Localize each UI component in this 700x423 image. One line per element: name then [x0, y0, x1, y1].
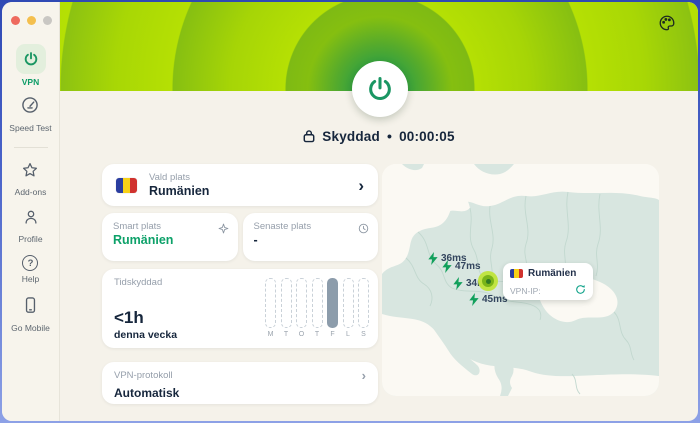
window-controls — [11, 16, 52, 25]
server-tooltip: Rumänien VPN-IP: — [503, 263, 593, 300]
connected-server-marker[interactable] — [478, 271, 498, 291]
lightning-bolt-icon — [428, 252, 438, 265]
day-label: S — [358, 331, 369, 338]
sidebar-item-vpn[interactable]: VPN — [16, 44, 46, 87]
minimize-window-button[interactable] — [27, 16, 36, 25]
person-icon — [22, 208, 40, 231]
sidebar-nav: VPN Speed Test — [2, 44, 59, 333]
disconnect-power-button[interactable] — [352, 61, 408, 117]
smart-location-value: Rumänien — [113, 233, 227, 247]
sidebar-item-add-ons[interactable]: Add-ons — [15, 161, 47, 197]
status-separator: • — [387, 128, 392, 144]
sidebar-item-speed-test[interactable]: Speed Test — [9, 95, 51, 133]
last-location-value: - — [254, 233, 368, 247]
smart-location-card[interactable]: Smart plats Rumänien — [102, 213, 238, 261]
power-icon — [366, 75, 394, 103]
day-label: O — [296, 331, 307, 338]
day-label: L — [343, 331, 354, 338]
chart-bar — [265, 278, 276, 328]
chevron-right-icon: › — [358, 177, 364, 194]
selected-location-card[interactable]: Vald plats Rumänien › — [102, 164, 378, 206]
day-label: T — [312, 331, 323, 338]
vpn-protocol-card[interactable]: VPN-protokoll › Automatisk — [102, 362, 378, 404]
zoom-window-button[interactable] — [43, 16, 52, 25]
time-protected-card: Tidskyddad <1h denna vecka M T O T — [102, 269, 378, 348]
sidebar-item-help[interactable]: ? Help — [22, 255, 39, 284]
lock-icon — [303, 129, 315, 143]
chart-bars — [265, 278, 369, 328]
day-label: M — [265, 331, 276, 338]
chart-bar — [312, 278, 323, 328]
sidebar-item-go-mobile[interactable]: Go Mobile — [11, 296, 50, 333]
ping-badge: 45ms — [469, 293, 508, 306]
star-icon — [21, 161, 39, 184]
day-label: T — [281, 331, 292, 338]
marker-core — [486, 279, 491, 284]
chevron-right-icon: › — [362, 369, 366, 382]
marker-ring — [482, 275, 494, 287]
spark-icon — [218, 221, 229, 239]
cards-column: Vald plats Rumänien › Smart plats Rumäni… — [102, 164, 378, 404]
sidebar-item-label: Help — [22, 274, 39, 284]
sidebar-item-label: Profile — [18, 234, 42, 244]
clock-icon — [358, 221, 369, 239]
chart-bar — [358, 278, 369, 328]
speedometer-icon — [20, 95, 40, 120]
tooltip-country: Rumänien — [528, 268, 576, 279]
lightning-bolt-icon — [469, 293, 479, 306]
sidebar-divider — [14, 147, 48, 148]
close-window-button[interactable] — [11, 16, 20, 25]
vpn-protocol-value: Automatisk — [114, 386, 366, 400]
status-timer: 00:00:05 — [399, 129, 455, 144]
day-label: F — [327, 331, 338, 338]
smart-location-label: Smart plats — [113, 221, 227, 232]
connection-status: Skyddad • 00:00:05 — [60, 128, 698, 144]
chart-bar — [296, 278, 307, 328]
app-window: VPN Speed Test — [2, 2, 698, 421]
last-location-label: Senaste plats — [254, 221, 368, 232]
refresh-icon[interactable] — [575, 282, 586, 300]
chart-bar — [281, 278, 292, 328]
lightning-bolt-icon — [442, 260, 452, 273]
romania-flag-icon — [510, 269, 523, 278]
question-mark-icon: ? — [22, 255, 38, 271]
chart-bar — [343, 278, 354, 328]
weekly-usage-chart: M T O T F L S — [265, 278, 369, 338]
status-label: Skyddad — [322, 129, 380, 144]
time-protected-subvalue: denna vecka — [114, 329, 177, 341]
sidebar-item-label: Add-ons — [15, 187, 47, 197]
power-icon — [16, 44, 46, 74]
tooltip-ip-label: VPN-IP: — [510, 286, 541, 296]
theme-palette-icon[interactable] — [658, 14, 676, 32]
sidebar: VPN Speed Test — [2, 2, 60, 421]
sidebar-item-label: Speed Test — [9, 123, 51, 133]
phone-icon — [22, 296, 39, 320]
selected-location-value: Rumänien — [149, 184, 209, 198]
selected-location-label: Vald plats — [149, 172, 209, 183]
ping-badge: 47ms — [442, 260, 481, 273]
sidebar-item-label: VPN — [22, 77, 39, 87]
europe-map[interactable]: 36ms 47ms 34ms 45ms Rumänien VPN-IP: — [382, 164, 659, 396]
lightning-bolt-icon — [453, 277, 463, 290]
last-location-card[interactable]: Senaste plats - — [243, 213, 379, 261]
ping-value: 47ms — [455, 261, 481, 272]
sidebar-item-profile[interactable]: Profile — [18, 208, 42, 244]
chart-day-labels: M T O T F L S — [265, 331, 369, 338]
time-protected-value: <1h — [114, 308, 144, 328]
chart-bar-active — [327, 278, 338, 328]
sidebar-item-label: Go Mobile — [11, 323, 50, 333]
romania-flag-icon — [116, 178, 137, 193]
vpn-protocol-label: VPN-protokoll — [114, 370, 173, 381]
